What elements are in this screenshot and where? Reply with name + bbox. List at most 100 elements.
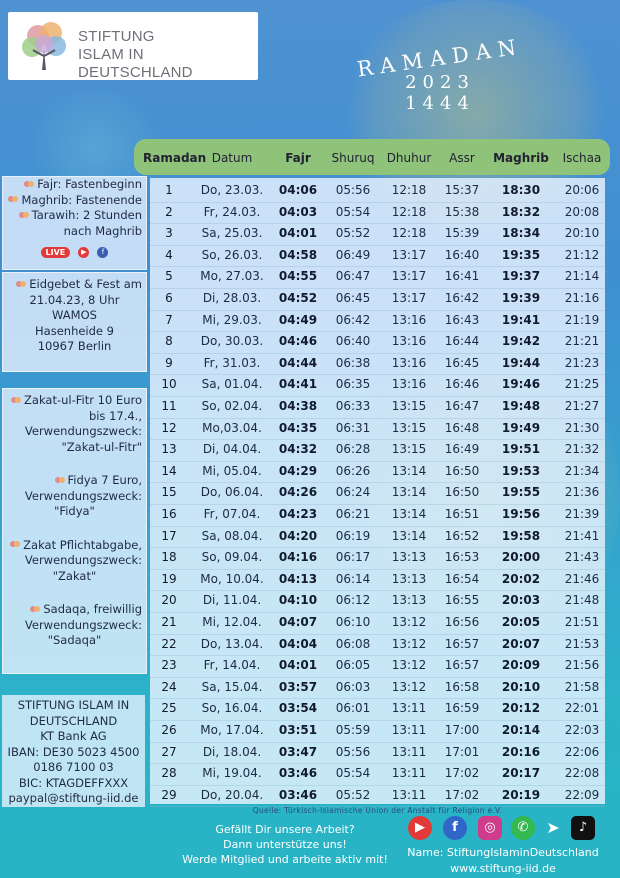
cell-dhuhur: 13:16: [391, 334, 427, 349]
cell-maghrib: 19:39: [501, 291, 541, 305]
cell-datum: Mi, 05.04.: [202, 463, 262, 478]
cell-ischaa: 21:14: [564, 269, 600, 284]
cell-datum: Mi, 12.04.: [202, 615, 262, 629]
cell-maghrib: 19:35: [501, 247, 541, 262]
cell-maghrib: 20:10: [501, 679, 541, 694]
cell-dhuhur: 13:15: [391, 420, 427, 435]
cell-ischaa: 21:25: [564, 377, 600, 392]
cell-shuruq: 06:21: [335, 507, 371, 521]
cell-ramadan: 4: [165, 247, 173, 262]
cell-assr: 15:39: [444, 226, 480, 241]
cell-assr: 16:43: [444, 312, 480, 327]
cell-ischaa: 21:43: [564, 550, 600, 565]
cell-assr: 15:38: [444, 204, 480, 219]
telegram-icon[interactable]: ➤: [541, 816, 565, 840]
cell-maghrib: 19:37: [501, 269, 541, 284]
legend-tarawih: Tarawih: 2 Stunden: [3, 208, 146, 224]
zakat-line3: "Zakat": [52, 568, 97, 583]
cell-ischaa: 22:08: [564, 766, 600, 781]
live-badge[interactable]: LIVE: [40, 247, 71, 258]
tiktok-icon[interactable]: ♪: [571, 816, 595, 840]
zakat-line1: Zakat Pflichtabgabe,: [3, 538, 146, 554]
cell-shuruq: 06:45: [335, 291, 371, 305]
cell-shuruq: 06:19: [335, 528, 371, 543]
cell-shuruq: 06:05: [335, 658, 371, 673]
cell-maghrib: 19:56: [501, 507, 541, 521]
zakat-line2: Verwendungszweck:: [24, 553, 142, 567]
whatsapp-icon[interactable]: ✆: [511, 816, 535, 840]
cell-ramadan: 28: [161, 766, 177, 781]
cell-assr: 16:55: [444, 593, 480, 608]
cell-shuruq: 06:26: [335, 463, 371, 478]
logo-line1: STIFTUNG: [78, 28, 155, 45]
cell-datum: Do, 30.03.: [200, 334, 264, 349]
cell-assr: 16:46: [444, 377, 480, 392]
cell-fajr: 04:23: [278, 507, 318, 521]
youtube-icon[interactable]: ▶: [78, 247, 90, 258]
tree-icon: [24, 180, 35, 187]
cell-datum: Fr, 07.04.: [203, 507, 261, 521]
cell-ramadan: 27: [161, 744, 177, 759]
cell-maghrib: 20:14: [501, 723, 541, 737]
cell-ramadan: 13: [161, 442, 177, 457]
support-line2: Dann unterstütze uns!: [223, 838, 347, 851]
cell-fajr: 04:01: [278, 658, 318, 673]
cell-dhuhur: 12:18: [391, 183, 427, 197]
cell-fajr: 04:04: [278, 636, 318, 651]
cell-shuruq: 06:14: [335, 571, 371, 586]
cell-ramadan: 1: [165, 183, 173, 197]
cell-shuruq: 06:47: [335, 269, 371, 284]
cell-ramadan: 23: [161, 658, 177, 673]
cell-ischaa: 20:10: [564, 226, 600, 241]
youtube-icon[interactable]: ▶: [408, 816, 432, 840]
cell-fajr: 03:57: [278, 679, 318, 694]
zakat-fitr-line4: "Zakat-ul-Fitr": [61, 439, 142, 454]
cell-assr: 16:52: [444, 528, 480, 543]
cell-maghrib: 20:19: [501, 787, 541, 802]
cell-shuruq: 06:01: [335, 701, 371, 716]
cell-datum: So, 16.04.: [201, 701, 263, 716]
cell-assr: 16:57: [444, 636, 480, 651]
header-maghrib: Maghrib: [493, 151, 549, 165]
cell-ischaa: 22:01: [564, 701, 600, 716]
cell-ischaa: 21:36: [564, 485, 600, 500]
cell-ramadan: 15: [161, 485, 177, 500]
cell-ramadan: 20: [161, 593, 177, 608]
cell-dhuhur: 13:16: [391, 312, 427, 327]
logo-text: STIFTUNG ISLAM IN DEUTSCHLAND: [78, 28, 258, 82]
cell-maghrib: 20:07: [501, 636, 541, 651]
cell-ramadan: 10: [161, 377, 177, 392]
ramadan-calendar-page: STIFTUNG ISLAM IN DEUTSCHLAND RAMADAN 20…: [0, 0, 620, 878]
cell-maghrib: 20:09: [501, 658, 541, 673]
logo: STIFTUNG ISLAM IN DEUTSCHLAND: [8, 12, 258, 82]
cell-assr: 16:59: [444, 701, 480, 716]
cell-dhuhur: 13:17: [391, 291, 427, 305]
cell-dhuhur: 13:16: [391, 377, 427, 392]
instagram-icon[interactable]: ◎: [478, 816, 502, 840]
cell-dhuhur: 13:13: [391, 593, 427, 608]
cell-ischaa: 21:34: [564, 463, 600, 478]
cell-ramadan: 3: [165, 226, 173, 241]
logo-line2: ISLAM IN DEUTSCHLAND: [78, 46, 193, 81]
cell-fajr: 04:32: [278, 442, 318, 457]
cell-ramadan: 18: [161, 550, 177, 565]
tree-logo-icon: [22, 22, 66, 70]
cell-fajr: 03:46: [278, 766, 318, 781]
cell-ischaa: 21:48: [564, 593, 600, 608]
eid-line1: Eidgebet & Fest am: [3, 277, 146, 293]
cell-maghrib: 19:51: [501, 442, 541, 457]
facebook-icon[interactable]: f: [97, 247, 109, 258]
cell-dhuhur: 13:13: [391, 571, 427, 586]
paypal-email[interactable]: paypal@stiftung-iid.de: [2, 791, 145, 807]
cell-dhuhur: 12:18: [391, 226, 427, 241]
facebook-icon[interactable]: f: [443, 816, 467, 840]
cell-ischaa: 21:32: [564, 442, 600, 457]
cell-assr: 17:00: [444, 723, 480, 737]
website-link[interactable]: www.stiftung-iid.de: [398, 861, 608, 877]
eid-line2: 21.04.23, 8 Uhr: [29, 292, 120, 307]
cell-ramadan: 2: [165, 204, 173, 219]
cell-dhuhur: 13:14: [391, 528, 427, 543]
cell-assr: 15:37: [444, 183, 480, 197]
cell-fajr: 04:29: [278, 463, 318, 478]
cell-shuruq: 06:03: [335, 679, 371, 694]
